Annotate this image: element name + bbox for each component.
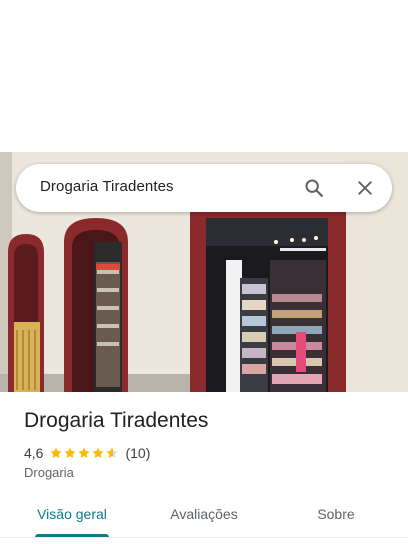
search-input[interactable]: Drogaria Tiradentes [40,178,174,195]
place-panel: Drogaria Tiradentes Drogaria Tiradentes … [0,0,408,544]
search-bar[interactable]: Drogaria Tiradentes [16,164,392,212]
place-title: Drogaria Tiradentes [24,409,209,432]
x-glyph [358,181,372,195]
tab-reviews[interactable]: Avaliações [154,498,254,536]
tabs-divider [0,537,408,538]
place-category[interactable]: Drogaria [24,465,74,480]
magnifier-glyph [305,179,323,197]
tab-bar: Visão geral Avaliações Sobre [0,498,408,538]
star-icon [64,447,77,459]
rating-value: 4,6 [24,445,44,461]
tab-about[interactable]: Sobre [296,498,376,536]
star-rating [49,446,119,460]
tab-reviews-label: Avaliações [170,506,238,522]
star-icon [92,447,105,459]
reviews-count[interactable]: (10) [125,445,150,461]
search-icon[interactable] [302,176,326,200]
star-icon [50,447,63,459]
star-icon [78,447,91,459]
tab-overview-label: Visão geral [37,506,107,522]
tab-about-label: Sobre [317,506,355,522]
star-icon [106,447,119,459]
rating-row[interactable]: 4,6 (10) [24,444,150,462]
close-icon[interactable] [353,176,377,200]
tab-overview[interactable]: Visão geral [24,498,120,536]
